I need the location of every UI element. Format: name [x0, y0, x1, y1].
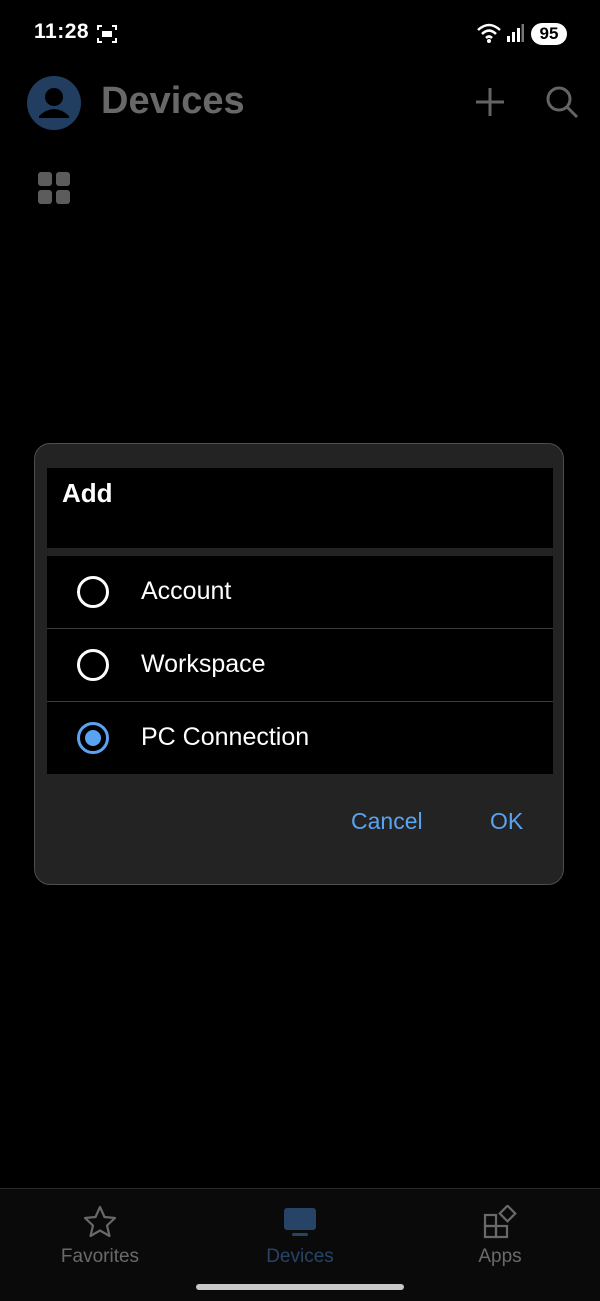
grid-view-icon[interactable] — [38, 172, 70, 204]
battery-indicator: 95 — [531, 23, 567, 45]
apps-icon — [483, 1205, 517, 1239]
radio-button-selected[interactable] — [77, 722, 109, 754]
star-icon — [83, 1205, 117, 1238]
ok-button[interactable]: OK — [490, 808, 523, 835]
add-icon[interactable] — [474, 86, 506, 118]
add-dialog: Add Account Workspace PC Connection Canc… — [34, 443, 564, 885]
user-icon — [39, 88, 69, 118]
screen-record-icon — [97, 25, 117, 43]
radio-button[interactable] — [77, 576, 109, 608]
home-indicator[interactable] — [196, 1284, 404, 1290]
monitor-icon — [284, 1208, 316, 1236]
clock: 11:28 — [34, 20, 90, 43]
app-bar: Devices — [0, 66, 600, 146]
dialog-title: Add — [62, 478, 113, 508]
option-label: Workspace — [141, 650, 266, 678]
option-account[interactable]: Account — [47, 556, 553, 629]
search-icon[interactable] — [544, 84, 580, 120]
dialog-header — [47, 468, 553, 548]
nav-item-apps[interactable]: Apps — [400, 1189, 600, 1279]
nav-label: Favorites — [60, 1246, 140, 1267]
option-label: Account — [141, 577, 232, 605]
nav-item-devices[interactable]: Devices — [200, 1189, 400, 1279]
nav-label: Devices — [266, 1246, 334, 1267]
nav-item-favorites[interactable]: Favorites — [0, 1189, 200, 1279]
avatar[interactable] — [27, 76, 81, 130]
wifi-icon — [477, 23, 501, 43]
nav-label: Apps — [478, 1246, 522, 1267]
option-workspace[interactable]: Workspace — [47, 629, 553, 702]
option-pc-connection[interactable]: PC Connection — [47, 702, 553, 774]
option-list: Account Workspace PC Connection — [47, 556, 553, 774]
option-label: PC Connection — [141, 723, 310, 751]
page-title: Devices — [101, 80, 245, 122]
status-bar: 11:28 95 — [0, 0, 600, 66]
radio-button[interactable] — [77, 649, 109, 681]
signal-icon — [507, 24, 524, 42]
cancel-button[interactable]: Cancel — [351, 808, 423, 835]
